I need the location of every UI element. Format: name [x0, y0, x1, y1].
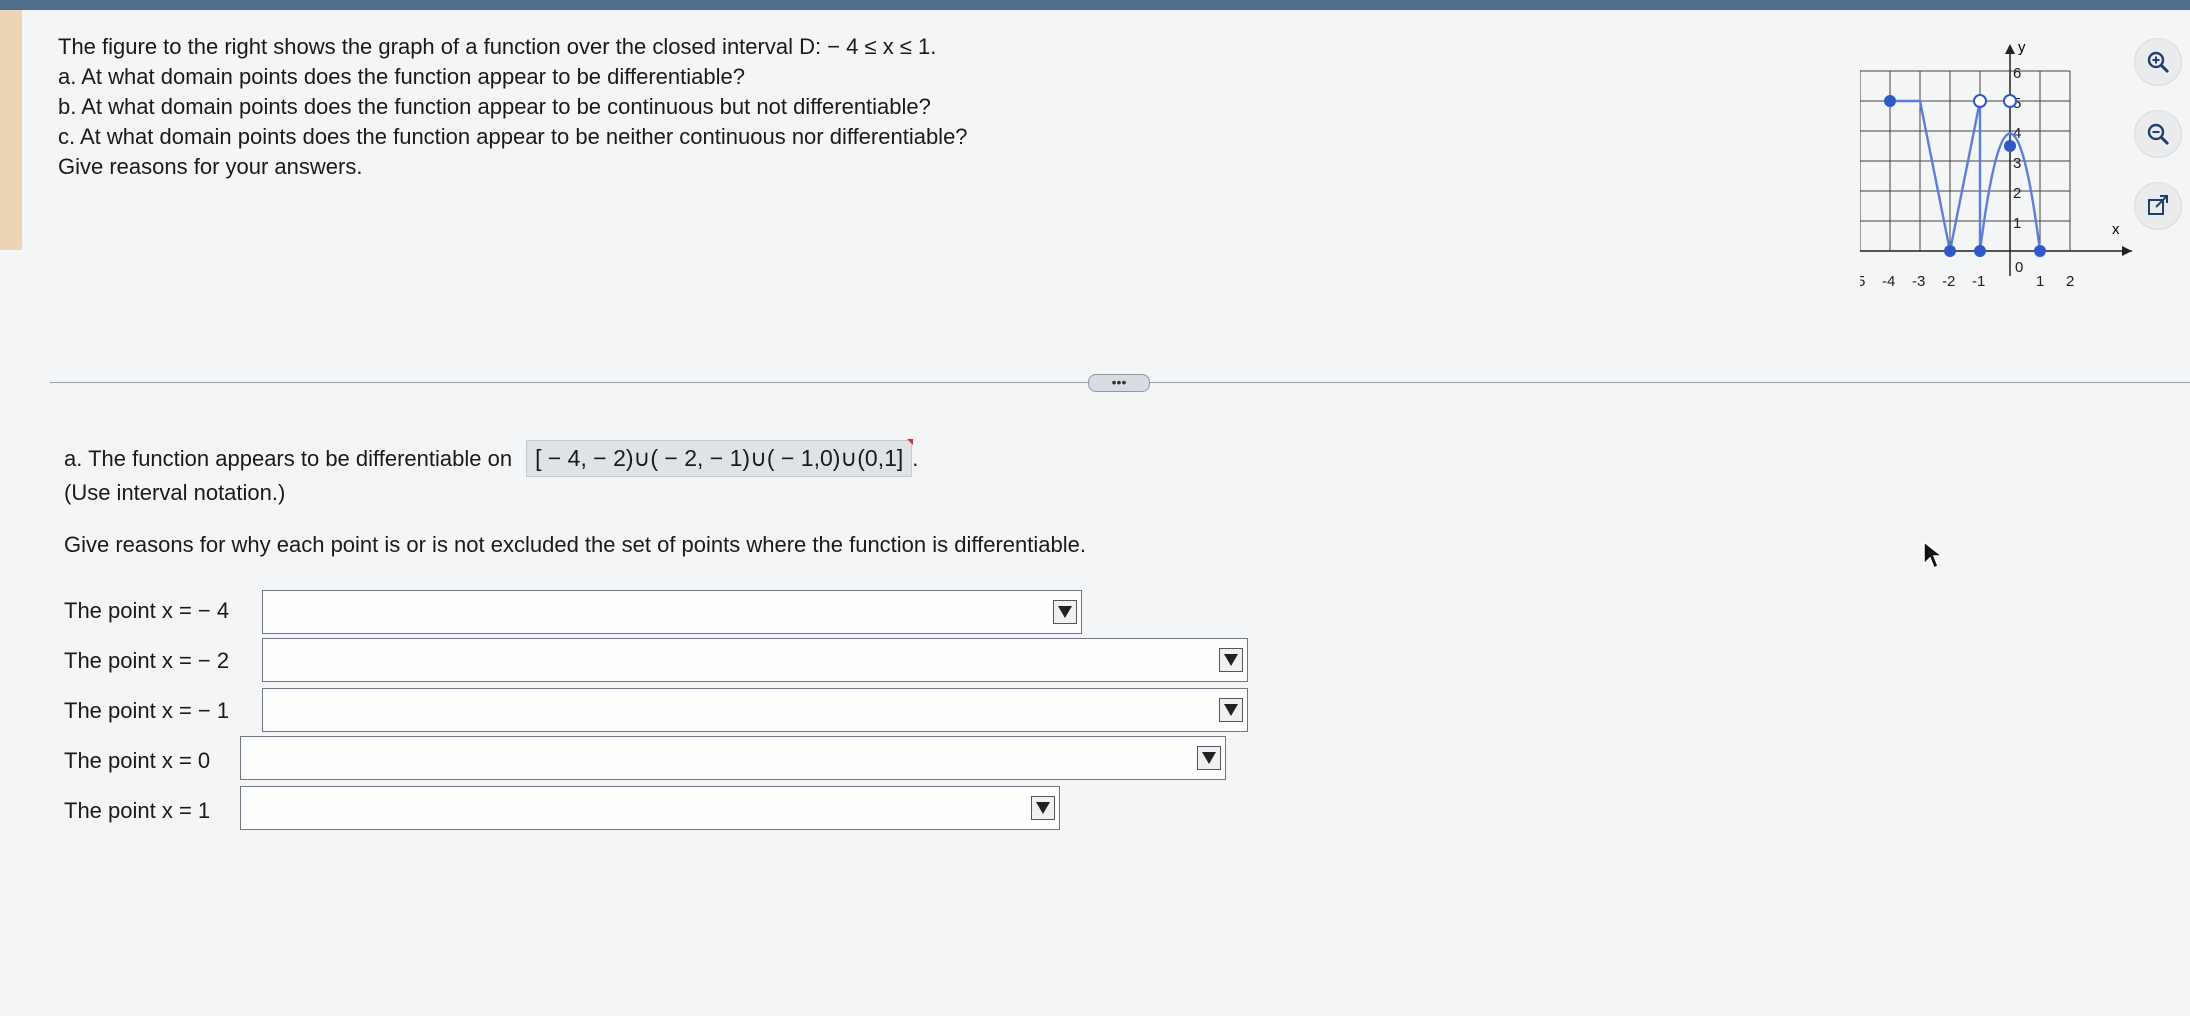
answer-prefix: a. The function appears to be differenti…	[64, 445, 513, 471]
y-axis-label: y	[2018, 39, 2026, 56]
y-tick-label: 2	[2013, 185, 2021, 202]
question-part-b: b. At what domain points does the functi…	[58, 94, 931, 119]
answer-interval-field[interactable]: [ − 4, − 2)∪( − 2, − 1)∪( − 1,0)∪(0,1]	[526, 439, 914, 477]
x-tick-label: -4	[1882, 273, 1895, 290]
dropdown-arrow-icon[interactable]	[1053, 600, 1077, 624]
point-label: The point x = − 2	[64, 648, 230, 673]
mouse-cursor-icon	[1923, 540, 1944, 570]
point-label: The point x = − 1	[64, 698, 230, 723]
x-tick-label: 2	[2066, 273, 2074, 290]
y-axis-arrow	[2005, 44, 2015, 54]
x-axis-label: x	[2112, 221, 2120, 238]
question-text: The figure to the right shows the graph …	[58, 32, 968, 182]
graph-point-filled	[2034, 245, 2046, 257]
answer-suffix: .	[912, 445, 919, 471]
side-toolbar	[2134, 38, 2182, 254]
answer-interval-value: [ − 4, − 2)∪( − 2, − 1)∪( − 1,0)∪(0,1]	[535, 445, 904, 471]
point-label: The point x = 0	[64, 748, 211, 773]
flag-icon	[907, 439, 914, 445]
graph-point-open	[2003, 94, 2017, 108]
x-tick-label: -5	[1860, 273, 1865, 290]
y-tick-label: 6	[2013, 65, 2021, 82]
x-tick-label: -2	[1942, 273, 1955, 290]
dropdown-arrow-icon[interactable]	[1031, 796, 1055, 820]
x-tick-label: 0	[2015, 259, 2023, 276]
point-reason-dropdown[interactable]	[240, 786, 1060, 830]
point-reason-dropdown[interactable]	[262, 688, 1248, 732]
dropdown-arrow-icon[interactable]	[1197, 746, 1221, 770]
x-tick-label: -1	[1972, 273, 1985, 290]
answer-a: a. The function appears to be differenti…	[64, 439, 919, 477]
graph-point-filled	[1884, 95, 1896, 107]
zoom-out-icon[interactable]	[2134, 110, 2182, 158]
external-link-icon[interactable]	[2134, 182, 2182, 230]
question-reasons: Give reasons for your answers.	[58, 154, 363, 179]
graph-point-filled	[1974, 245, 1986, 257]
y-tick-label: 1	[2013, 215, 2021, 232]
point-reason-dropdown[interactable]	[262, 638, 1248, 682]
question-part-c: c. At what domain points does the functi…	[58, 124, 968, 149]
x-axis-arrow	[2122, 246, 2132, 256]
top-bar	[0, 0, 2190, 10]
graph-segment-rise	[1948, 100, 1982, 252]
more-button[interactable]: •••	[1088, 374, 1150, 392]
dropdown-arrow-icon[interactable]	[1219, 698, 1243, 722]
graph-point-filled	[2004, 140, 2016, 152]
y-tick-label: 3	[2013, 155, 2021, 172]
question-intro: The figure to the right shows the graph …	[58, 34, 937, 59]
dropdown-arrow-icon[interactable]	[1219, 648, 1243, 672]
point-label: The point x = − 4	[64, 598, 230, 623]
question-part-a: a. At what domain points does the functi…	[58, 64, 745, 89]
reasons-prompt: Give reasons for why each point is or is…	[64, 532, 1086, 557]
graph-point-open	[1973, 94, 1987, 108]
function-graph[interactable]: y x -5 -4 -3 -2 -1 0 1 2 1 2 3 4 5 6	[1860, 36, 2140, 296]
point-reason-dropdown[interactable]	[240, 736, 1226, 780]
point-reason-dropdown[interactable]	[262, 590, 1082, 634]
interval-hint: (Use interval notation.)	[64, 480, 286, 505]
x-tick-label: 1	[2036, 273, 2044, 290]
x-tick-label: -3	[1912, 273, 1925, 290]
point-label: The point x = 1	[64, 798, 211, 823]
left-accent	[0, 10, 22, 250]
graph-point-filled	[1944, 245, 1956, 257]
zoom-in-icon[interactable]	[2134, 38, 2182, 86]
